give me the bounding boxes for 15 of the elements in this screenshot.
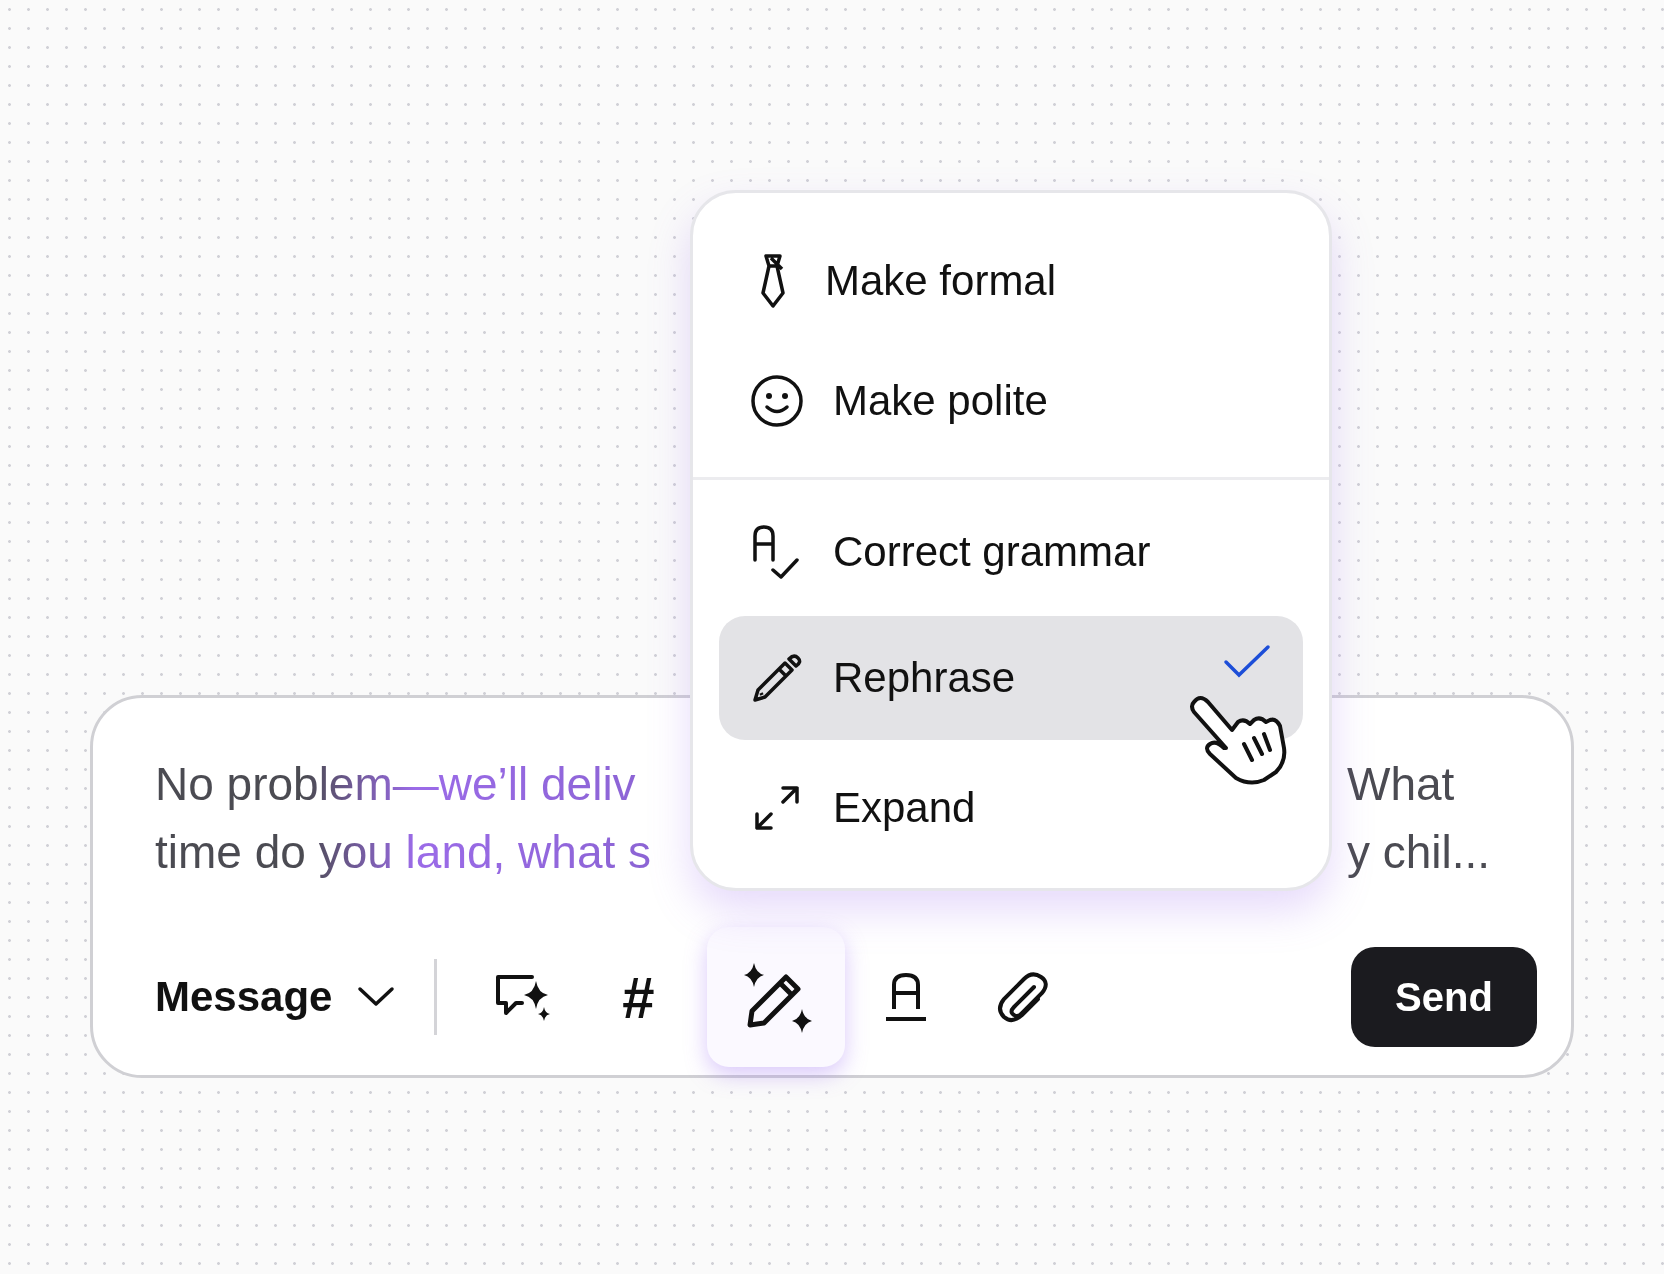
message-text: What	[1347, 757, 1456, 812]
hashtag-button[interactable]: #	[591, 950, 686, 1044]
chevron-down-icon	[356, 985, 397, 1009]
magic-pen-button[interactable]	[707, 927, 846, 1067]
message-type-dropdown[interactable]: Message	[155, 973, 397, 1021]
menu-item[interactable]: Make polite	[719, 341, 1303, 461]
menu-item[interactable]: Expand	[719, 748, 1303, 868]
text-underline-icon	[884, 971, 929, 1023]
checkmark-icon	[1223, 644, 1271, 680]
menu-item[interactable]: Rephrase	[719, 616, 1303, 740]
message-text: y chil...	[1347, 825, 1492, 880]
send-button[interactable]: Send	[1351, 947, 1537, 1047]
menu-item[interactable]: Make formal	[719, 221, 1303, 341]
smiley-icon	[749, 373, 805, 429]
menu-item[interactable]: Correct grammar	[719, 492, 1303, 612]
